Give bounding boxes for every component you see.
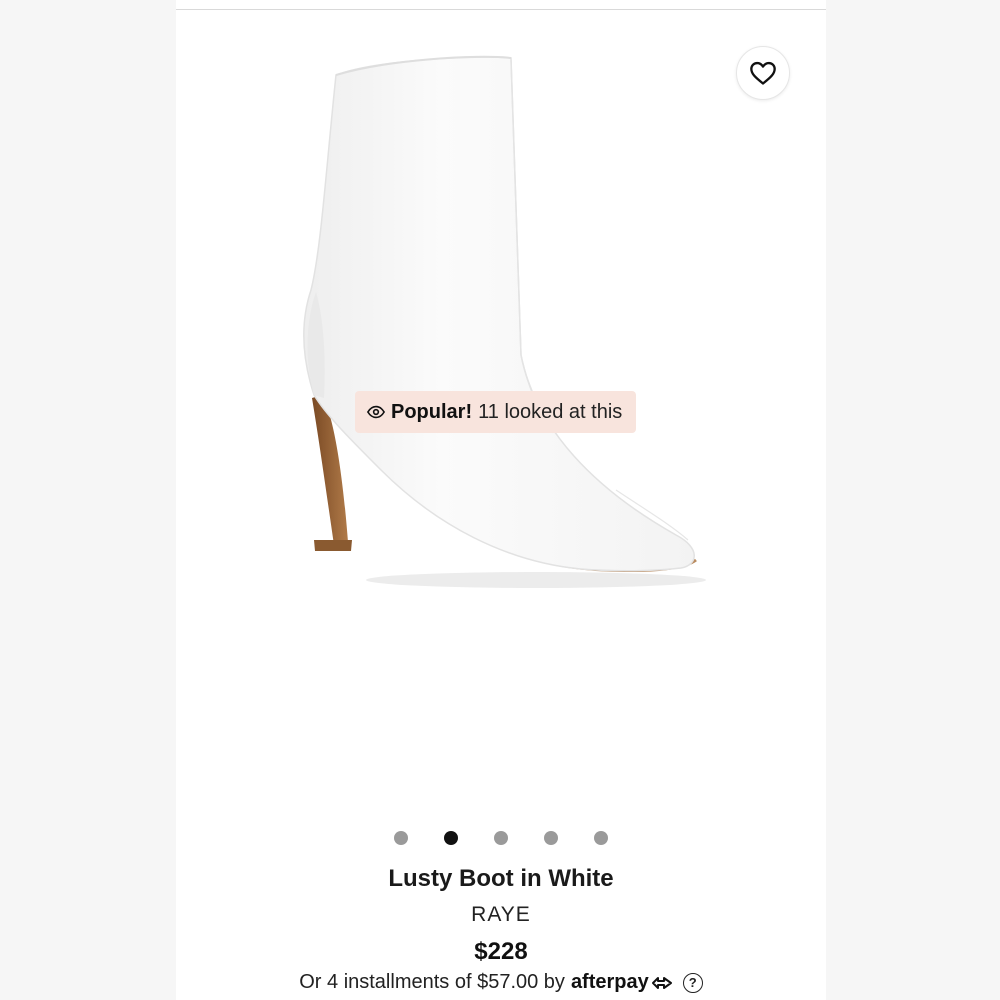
carousel-dots bbox=[176, 831, 826, 847]
product-price: $228 bbox=[474, 938, 528, 965]
afterpay-logo: afterpay bbox=[571, 971, 673, 994]
eye-icon bbox=[367, 405, 385, 419]
carousel-dot[interactable] bbox=[544, 831, 558, 845]
product-card: Popular! 11 looked at this Lusty Boot in… bbox=[176, 0, 826, 1000]
installments-text: Or 4 installments of $57.00 by bbox=[299, 971, 565, 993]
carousel-dot[interactable] bbox=[494, 831, 508, 845]
carousel-dot[interactable] bbox=[394, 831, 408, 845]
carousel-dot[interactable] bbox=[444, 831, 458, 845]
favorite-button[interactable] bbox=[736, 46, 790, 100]
left-margin bbox=[0, 0, 176, 1000]
carousel-dot[interactable] bbox=[594, 831, 608, 845]
right-margin bbox=[826, 0, 1000, 1000]
installments-line: Or 4 installments of $57.00 by afterpay … bbox=[176, 971, 826, 994]
afterpay-wordmark: afterpay bbox=[570, 971, 649, 993]
heart-outline-icon bbox=[750, 61, 776, 85]
afterpay-arrows-icon bbox=[651, 976, 672, 989]
popular-text: 11 looked at this bbox=[478, 400, 623, 423]
divider bbox=[176, 9, 826, 10]
question-circle-icon[interactable]: ? bbox=[682, 972, 703, 993]
product-brand[interactable]: RAYE bbox=[176, 903, 826, 927]
popular-label: Popular! bbox=[391, 400, 473, 423]
product-title: Lusty Boot in White bbox=[388, 865, 614, 892]
popular-badge: Popular! 11 looked at this bbox=[355, 391, 637, 433]
